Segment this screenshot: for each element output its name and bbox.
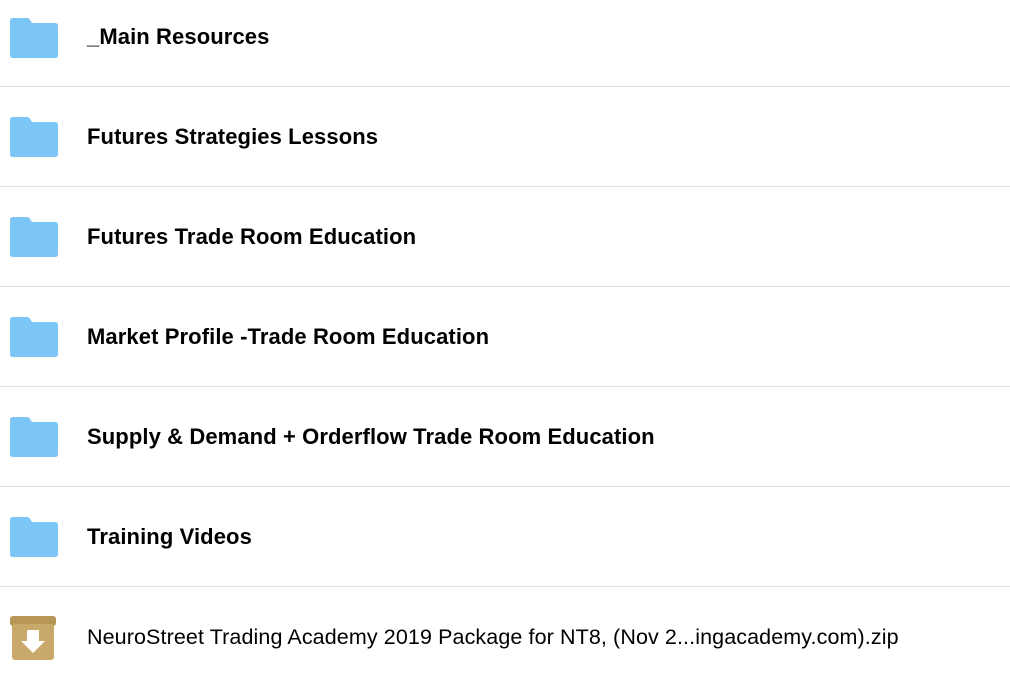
file-name: NeuroStreet Trading Academy 2019 Package… bbox=[87, 625, 899, 649]
archive-icon bbox=[10, 616, 56, 660]
list-item-folder[interactable]: Market Profile -Trade Room Education bbox=[0, 287, 1010, 387]
folder-icon bbox=[10, 317, 58, 357]
folder-icon bbox=[10, 18, 58, 58]
folder-name: Supply & Demand + Orderflow Trade Room E… bbox=[87, 424, 655, 449]
folder-icon bbox=[10, 217, 58, 257]
list-item-folder[interactable]: Futures Strategies Lessons bbox=[0, 87, 1010, 187]
list-item-folder[interactable]: _Main Resources bbox=[0, 0, 1010, 87]
file-list: _Main Resources Futures Strategies Lesso… bbox=[0, 0, 1010, 681]
folder-name: _Main Resources bbox=[87, 24, 270, 49]
folder-name: Training Videos bbox=[87, 524, 252, 549]
folder-icon bbox=[10, 517, 58, 557]
list-item-folder[interactable]: Supply & Demand + Orderflow Trade Room E… bbox=[0, 387, 1010, 487]
folder-icon bbox=[10, 417, 58, 457]
folder-name: Market Profile -Trade Room Education bbox=[87, 324, 490, 349]
list-item-file[interactable]: NeuroStreet Trading Academy 2019 Package… bbox=[0, 587, 1010, 681]
list-item-folder[interactable]: Training Videos bbox=[0, 487, 1010, 587]
folder-icon bbox=[10, 117, 58, 157]
list-item-folder[interactable]: Futures Trade Room Education bbox=[0, 187, 1010, 287]
folder-name: Futures Trade Room Education bbox=[87, 224, 417, 249]
folder-name: Futures Strategies Lessons bbox=[87, 124, 379, 149]
